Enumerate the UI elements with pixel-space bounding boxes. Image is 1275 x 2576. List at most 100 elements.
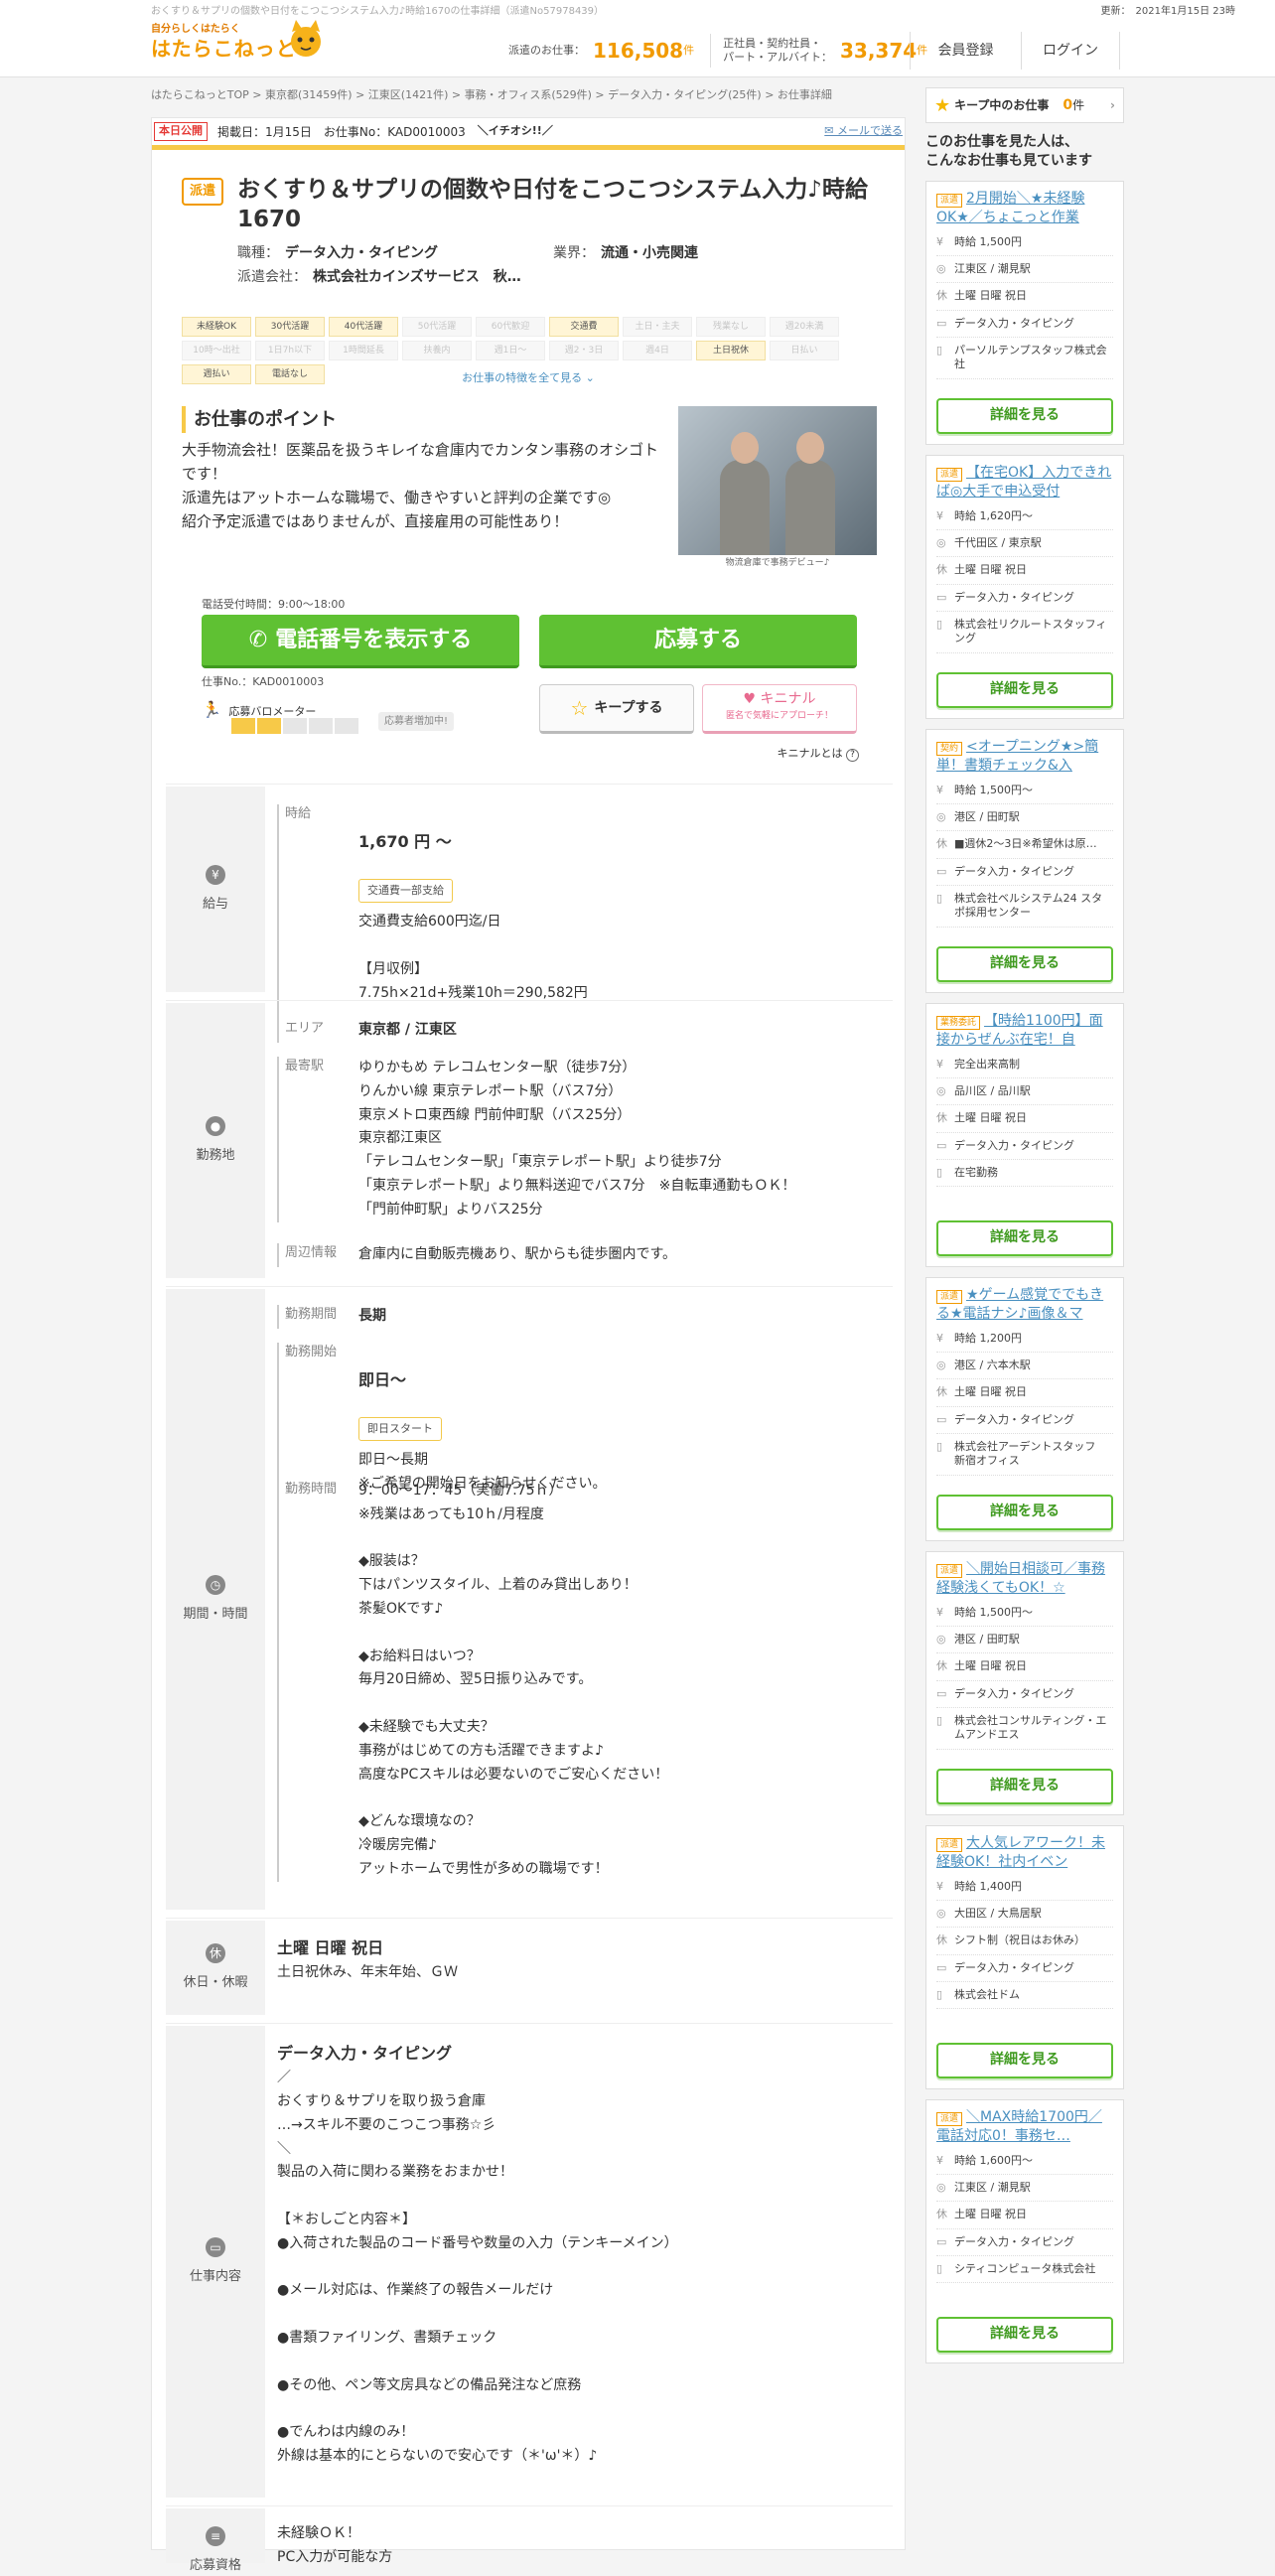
keep-button[interactable]: ☆ キープする: [539, 684, 694, 734]
apply-button[interactable]: 応募する: [539, 615, 857, 668]
register-button[interactable]: 会員登録: [910, 32, 1021, 70]
holiday-row: 土曜 日曜 祝日 土日祝休み、年末年始、ＧＷ: [277, 1934, 458, 1985]
kininaru-help-link[interactable]: キニナルとは ?: [777, 746, 859, 763]
feature-chip: 40代活躍: [329, 317, 398, 337]
job-icon: ▭: [936, 1686, 947, 1700]
header-top-bar: おくすり＆サプリの個数や日付をこつこつシステム入力♪時給1670の仕事詳細（派遣…: [151, 4, 1235, 19]
related-job-holiday: 休土曜 日曜 祝日: [936, 1105, 1113, 1133]
related-job-company: ▯ パーソルテンプスタッフ株式会社: [936, 338, 1113, 379]
holiday-icon: 休: [936, 563, 947, 577]
occupation-row: 職種： データ入力・タイピング: [237, 243, 438, 264]
wage-icon: ¥: [936, 1331, 943, 1345]
related-job-title[interactable]: 業務委託 【時給1100円】面接からぜんぶ在宅！自: [936, 1012, 1113, 1052]
view-detail-button[interactable]: 詳細を見る: [936, 397, 1113, 434]
salary-amount: 1,670 円 ～: [358, 831, 452, 851]
location-label: 勤務地: [196, 1147, 235, 1163]
related-job-job-text: データ入力・タイピング: [954, 1960, 1074, 1974]
related-job-company: ▯ 在宅勤務: [936, 1160, 1113, 1188]
related-job-title[interactable]: 契約 <オープニング★>簡単！書類チェック&入: [936, 738, 1113, 778]
related-job-place: ◎ 品川区 / 品川駅: [936, 1078, 1113, 1106]
kept-jobs-box[interactable]: ★ キープ中のお仕事 0 件 ›: [925, 87, 1124, 123]
job-detail-card: 本日公開 掲載日：1月15日 お仕事No：KAD0010003 ＼イチオシ!!／…: [151, 117, 906, 2573]
haken-count-unit: 件: [683, 43, 695, 57]
related-job-card[interactable]: 契約 <オープニング★>簡単！書類チェック&入 ¥ 時給 1,500円～ ◎ 港区 / 田…: [925, 728, 1124, 993]
view-detail-button[interactable]: 詳細を見る: [936, 2316, 1113, 2353]
transport-badge: 交通費一部支給: [358, 878, 453, 904]
salary-detail: 交通費支給600円迄/日 【月収例】 7.75h×21d+残業10h＝290,5…: [358, 914, 588, 1001]
view-detail-button[interactable]: 詳細を見る: [936, 945, 1113, 982]
related-job-card[interactable]: 派遣 ★ゲーム感覚ででもきる★電話ナシ♪画像＆マ ¥ 時給 1,200円 ◎ 港区 / 六…: [925, 1276, 1124, 1541]
kininaru-help-label: キニナルとは: [777, 747, 843, 760]
view-detail-button[interactable]: 詳細を見る: [936, 671, 1113, 708]
holiday-section: 休休日・休暇 土曜 日曜 祝日 土日祝休み、年末年始、ＧＷ: [166, 1918, 893, 2017]
related-job-card[interactable]: 業務委託 【時給1100円】面接からぜんぶ在宅！自 ¥ 完全出来高制 ◎ 品川区 / 品川…: [925, 1002, 1124, 1267]
send-by-mail-link[interactable]: ✉ メールで送る: [824, 123, 903, 140]
kept-jobs-unit: 件: [1072, 98, 1085, 112]
related-job-card[interactable]: 派遣 【在宅OK】入力できれば◎大手で申込受付 ¥ 時給 1,620円～ ◎ 千代田区 /…: [925, 454, 1124, 719]
work-detail: ／ おくすり＆サプリを取り扱う倉庫 …→スキル不要のこつこつ事務☆彡 ＼ 製品の…: [277, 2070, 678, 2464]
new-today-badge: 本日公開: [154, 122, 208, 141]
site-logo[interactable]: 自分らしくはたらく はたらこねっと: [151, 20, 330, 70]
related-job-card[interactable]: 派遣 大人気レアワーク！未経験OK！社内イベン ¥ 時給 1,400円 ◎ 大田区 / 大…: [925, 1824, 1124, 2089]
related-job-card[interactable]: 派遣 ＼開始日相談可／事務経験浅くてもOK！☆ ¥ 時給 1,500円～ ◎ 港区 / 田…: [925, 1550, 1124, 1815]
related-job-company: ▯ 株式会社ベルシステム24 スタポ採用センター: [936, 886, 1113, 928]
job-icon: ▭: [936, 1138, 947, 1152]
work-label: 仕事内容: [189, 2268, 241, 2284]
star-icon: ★: [934, 94, 951, 116]
related-job-job-text: データ入力・タイピング: [954, 1412, 1074, 1426]
salary-key: 時給: [277, 804, 358, 1030]
related-job-card[interactable]: 派遣 ＼MAX時給1700円／電話対応0！事務セ… ¥ 時給 1,600円～ ◎ 江東区 …: [925, 2098, 1124, 2363]
show-phone-button[interactable]: ✆ 電話番号を表示する: [202, 615, 519, 668]
related-job-title[interactable]: 派遣 大人気レアワーク！未経験OK！社内イベン: [936, 1834, 1113, 1874]
barometer-segment: [309, 718, 333, 734]
barometer-segment: [283, 718, 307, 734]
term-row: 勤務期間 長期: [277, 1305, 386, 1329]
time-key: 勤務時間: [277, 1480, 358, 1882]
related-job-title[interactable]: 派遣 ＼MAX時給1700円／電話対応0！事務セ…: [936, 2108, 1113, 2148]
place-icon: ◎: [936, 1907, 946, 1921]
industry-row: 業界： 流通・小売関連: [553, 243, 698, 264]
login-button[interactable]: ログイン: [1021, 32, 1120, 70]
start-value: 即日～: [358, 1369, 407, 1389]
related-job-wage-text: 時給 1,500円: [954, 234, 1022, 248]
related-job-card[interactable]: 派遣 2月開始＼★未経験OK★／ちょこっと作業 ¥ 時給 1,500円 ◎ 江東区 / 潮…: [925, 180, 1124, 445]
related-job-place: ◎ 江東区 / 潮見駅: [936, 256, 1113, 284]
related-job-holiday-text: 土曜 日曜 祝日: [954, 1385, 1027, 1399]
related-job-title[interactable]: 派遣 2月開始＼★未経験OK★／ちょこっと作業: [936, 190, 1113, 229]
view-detail-button[interactable]: 詳細を見る: [936, 1494, 1113, 1530]
related-job-job: ▭ データ入力・タイピング: [936, 1407, 1113, 1434]
start-badge: 即日スタート: [358, 1416, 442, 1442]
breadcrumb[interactable]: はたらこねっとTOP > 東京都(31459件) > 江東区(1421件) > …: [151, 87, 832, 104]
wage-icon: ¥: [936, 508, 943, 522]
applicants-increasing-badge: 応募者増加中!: [378, 712, 455, 731]
divider: [710, 34, 712, 68]
place-icon: ◎: [936, 1359, 946, 1372]
related-job-place-text: 品川区 / 品川駅: [954, 1084, 1031, 1098]
related-job-title[interactable]: 派遣 ＼開始日相談可／事務経験浅くてもOK！☆: [936, 1560, 1113, 1600]
point-heading: お仕事のポイント: [182, 406, 337, 433]
apply-barometer: [231, 718, 358, 734]
related-job-title[interactable]: 派遣 【在宅OK】入力できれば◎大手で申込受付: [936, 464, 1113, 503]
kept-jobs-count: 0: [1062, 96, 1073, 113]
related-job-company-text: 株式会社ドム: [954, 1987, 1020, 2001]
related-job-wage: ¥ 時給 1,620円～: [936, 503, 1113, 531]
related-job-wage: ¥ 時給 1,400円: [936, 1874, 1113, 1902]
related-job-title[interactable]: 派遣 ★ゲーム感覚ででもきる★電話ナシ♪画像＆マ: [936, 1286, 1113, 1326]
feature-chip: 土日祝休: [696, 341, 766, 360]
view-detail-button[interactable]: 詳細を見る: [936, 2042, 1113, 2078]
related-job-place: ◎ 千代田区 / 東京駅: [936, 530, 1113, 558]
related-job-holiday: 休土曜 日曜 祝日: [936, 1653, 1113, 1681]
all-features-link[interactable]: お仕事の特徴を全て見る ⌄: [152, 370, 905, 387]
related-job-wage-text: 時給 1,500円～: [954, 783, 1033, 796]
related-job-holiday: 休土曜 日曜 祝日: [936, 283, 1113, 311]
related-job-job: ▭ データ入力・タイピング: [936, 1133, 1113, 1160]
view-detail-button[interactable]: 詳細を見る: [936, 1768, 1113, 1804]
company-row: 派遣会社： 株式会社カインズサービス 秋…: [237, 267, 521, 288]
send-by-mail-label: メールで送る: [837, 124, 903, 138]
view-detail-button[interactable]: 詳細を見る: [936, 1219, 1113, 1256]
work-section: ▭ 仕事内容 データ入力・タイピング ／ おくすり＆サプリを取り扱う倉庫 …→スキル…: [166, 2023, 893, 2500]
kininaru-button[interactable]: ♥ キニナル 匿名で気軽にアプローチ！: [702, 684, 857, 734]
company-key: 派遣会社：: [237, 269, 307, 285]
feature-chip: 週20未満: [770, 317, 839, 337]
feature-chip: 交通費: [549, 317, 619, 337]
